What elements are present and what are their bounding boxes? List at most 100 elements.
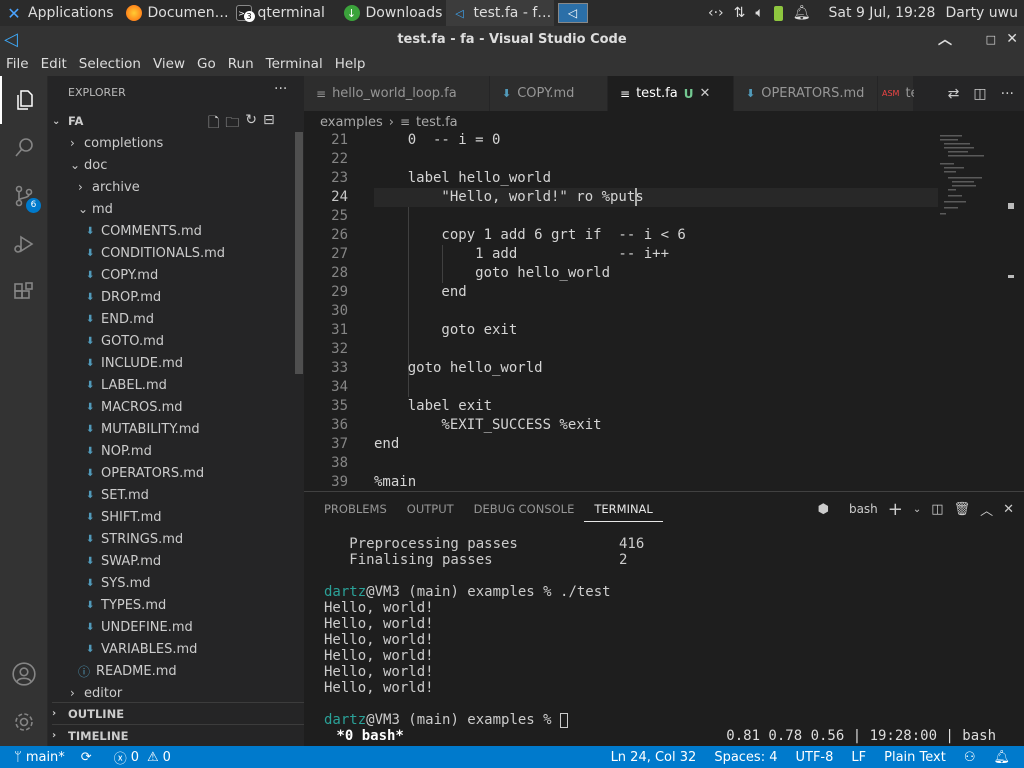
- accounts-activity[interactable]: [0, 650, 48, 698]
- task-firefox[interactable]: Documen…: [120, 0, 230, 26]
- menu-go[interactable]: Go: [191, 56, 222, 72]
- notification-bell-icon[interactable]: 🔔︎: [793, 5, 811, 21]
- battery-icon[interactable]: [773, 5, 783, 21]
- indentation[interactable]: Spaces: 4: [714, 750, 777, 765]
- sidebar-scrollbar[interactable]: [295, 132, 303, 374]
- manage-activity[interactable]: [0, 698, 48, 746]
- breadcrumb-folder[interactable]: examples: [320, 115, 383, 130]
- tree-folder[interactable]: › completions: [70, 132, 163, 154]
- tree-file[interactable]: ⬇ NOP.md: [86, 440, 152, 462]
- menu-terminal[interactable]: Terminal: [260, 56, 329, 72]
- code-editor[interactable]: 21 0 -- i = 0 22 23 label hello_world 24 "H…: [304, 133, 1024, 491]
- run-debug-activity[interactable]: [0, 220, 48, 268]
- explorer-activity[interactable]: [0, 76, 48, 124]
- tree-file[interactable]: ⬇ SWAP.md: [86, 550, 161, 572]
- language-mode[interactable]: Plain Text: [884, 750, 946, 765]
- explorer-more-icon[interactable]: ···: [274, 81, 287, 97]
- search-activity[interactable]: [0, 124, 48, 172]
- tree-file[interactable]: ⬇ SYS.md: [86, 572, 151, 594]
- maximize-panel-icon[interactable]: ︿: [980, 500, 993, 519]
- branch-indicator[interactable]: ᛘ main*: [0, 750, 65, 765]
- tree-file[interactable]: ⬇ SET.md: [86, 484, 149, 506]
- tree-folder[interactable]: › archive: [78, 176, 140, 198]
- tree-file[interactable]: ⬇ VARIABLES.md: [86, 638, 197, 660]
- tab-operators-md[interactable]: ⬇ OPERATORS.md: [734, 76, 878, 111]
- tab-test-fa[interactable]: ≡ test.fa U ✕: [608, 76, 734, 111]
- tab-copy-md[interactable]: ⬇ COPY.md: [490, 76, 608, 111]
- code-line[interactable]: goto hello_world: [374, 264, 610, 283]
- tree-file[interactable]: ⬇ TYPES.md: [86, 594, 166, 616]
- workspace-root[interactable]: ⌄ FA: [52, 110, 83, 132]
- tree-file[interactable]: ⬇ DROP.md: [86, 286, 161, 308]
- menu-help[interactable]: Help: [329, 56, 372, 72]
- code-line[interactable]: goto hello_world: [374, 359, 543, 378]
- code-line[interactable]: copy 1 add 6 grt if -- i < 6: [374, 226, 685, 245]
- feedback-icon[interactable]: ⚇: [964, 750, 976, 765]
- applications-menu[interactable]: ✕ Applications: [0, 0, 120, 26]
- terminal-output[interactable]: Preprocessing passes 416 Finalising pass…: [324, 536, 644, 728]
- minimap[interactable]: [938, 133, 1014, 491]
- breadcrumb-file[interactable]: test.fa: [416, 115, 458, 130]
- tree-file[interactable]: ⬇ LABEL.md: [86, 374, 167, 396]
- tree-file[interactable]: ⬇ INCLUDE.md: [86, 352, 183, 374]
- volume-icon[interactable]: 🔈︎: [755, 5, 763, 21]
- code-line[interactable]: end: [374, 283, 466, 302]
- menu-selection[interactable]: Selection: [73, 56, 147, 72]
- close-panel-icon[interactable]: ✕: [1003, 502, 1014, 517]
- tree-folder[interactable]: ⌄ md: [78, 198, 113, 220]
- menu-run[interactable]: Run: [222, 56, 260, 72]
- tree-file[interactable]: ⬇ OPERATORS.md: [86, 462, 204, 484]
- tree-file[interactable]: ⓘ README.md: [78, 660, 177, 682]
- more-actions-icon[interactable]: ···: [1001, 86, 1014, 102]
- encoding[interactable]: UTF-8: [795, 750, 833, 765]
- problems-indicator[interactable]: ⓧ 0 ⚠ 0: [114, 748, 171, 767]
- window-close-icon[interactable]: ✕: [1006, 31, 1018, 47]
- refresh-icon[interactable]: ↻: [245, 112, 257, 136]
- window-restore-icon[interactable]: □: [986, 33, 996, 46]
- tab-terminal[interactable]: TERMINAL: [584, 496, 663, 522]
- tree-file[interactable]: ⬇ STRINGS.md: [86, 528, 183, 550]
- code-line[interactable]: label hello_world: [374, 169, 551, 188]
- tree-file[interactable]: ⬇ END.md: [86, 308, 154, 330]
- terminal-shell-name[interactable]: bash: [849, 502, 878, 516]
- task-vscode[interactable]: ◁ test.fa - f…: [445, 0, 554, 26]
- tree-folder[interactable]: › editor: [70, 682, 122, 704]
- clock[interactable]: Sat 9 Jul, 19:28: [829, 5, 936, 21]
- tree-file[interactable]: ⬇ COPY.md: [86, 264, 158, 286]
- code-line[interactable]: goto exit: [374, 321, 517, 340]
- tree-file[interactable]: ⬇ MUTABILITY.md: [86, 418, 200, 440]
- sync-icon[interactable]: ⟳: [81, 750, 92, 765]
- tree-folder[interactable]: ⌄ doc: [70, 154, 107, 176]
- source-control-activity[interactable]: 6: [0, 172, 48, 220]
- open-changes-icon[interactable]: ⇄: [948, 86, 960, 102]
- cursor-position[interactable]: Ln 24, Col 32: [611, 750, 697, 765]
- chevron-down-icon[interactable]: ⌄: [913, 504, 921, 515]
- code-line[interactable]: 1 add -- i++: [374, 245, 669, 264]
- code-line[interactable]: "Hello, world!" ro %puts: [374, 188, 938, 207]
- tab-problems[interactable]: PROBLEMS: [314, 502, 397, 516]
- tab-output[interactable]: OUTPUT: [397, 502, 464, 516]
- tree-file[interactable]: ⬇ UNDEFINE.md: [86, 616, 193, 638]
- network-icon[interactable]: ‹·›: [708, 5, 724, 21]
- window-up-icon[interactable]: ︿: [938, 29, 952, 49]
- window-preview[interactable]: ◁: [554, 0, 592, 26]
- notifications-bell-icon[interactable]: 🔔︎: [993, 750, 1010, 765]
- tree-file[interactable]: ⬇ GOTO.md: [86, 330, 164, 352]
- code-line[interactable]: %main: [374, 473, 416, 491]
- code-line[interactable]: label exit: [374, 397, 492, 416]
- split-terminal-icon[interactable]: ◫: [931, 502, 943, 517]
- tab-te[interactable]: ASM te: [878, 76, 919, 111]
- end-of-line[interactable]: LF: [851, 750, 866, 765]
- task-downloads[interactable]: ↓ Downloads: [338, 0, 446, 26]
- timeline-section[interactable]: › TIMELINE: [52, 724, 308, 746]
- tab-hello-world-loop[interactable]: ≡ hello_world_loop.fa: [304, 76, 490, 111]
- code-line[interactable]: 0 -- i = 0: [374, 133, 501, 150]
- tree-file[interactable]: ⬇ COMMENTS.md: [86, 220, 202, 242]
- tab-debug-console[interactable]: DEBUG CONSOLE: [464, 502, 585, 516]
- split-editor-icon[interactable]: ◫: [973, 86, 986, 102]
- menu-file[interactable]: File: [0, 56, 35, 72]
- task-qterminal[interactable]: >_ 3 qterminal: [230, 0, 338, 26]
- close-icon[interactable]: ✕: [699, 86, 710, 101]
- tree-file[interactable]: ⬇ CONDITIONALS.md: [86, 242, 225, 264]
- code-line[interactable]: %EXIT_SUCCESS %exit: [374, 416, 601, 435]
